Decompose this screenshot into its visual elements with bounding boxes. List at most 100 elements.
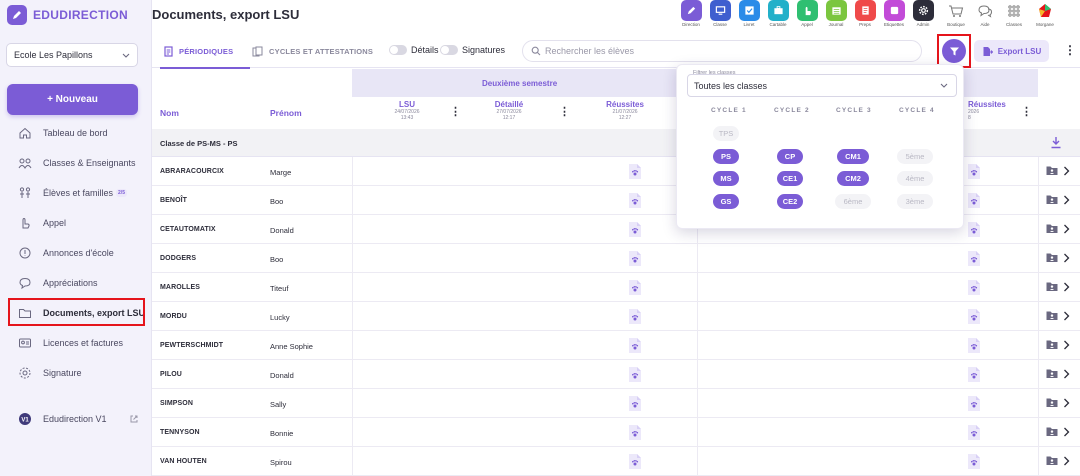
details-toggle[interactable]: Détails: [389, 45, 439, 55]
app-journal[interactable]: Journal: [821, 0, 851, 34]
app-appel[interactable]: Appel: [792, 0, 822, 34]
user-menu[interactable]: Morgane: [1030, 0, 1060, 34]
filter-button[interactable]: [942, 39, 966, 63]
more-options-icon[interactable]: ⋮: [1064, 43, 1076, 57]
reussites-document-icon[interactable]: [628, 221, 642, 238]
folder-user-icon[interactable]: [1046, 368, 1058, 379]
sidebar-item-signature[interactable]: Signature: [8, 360, 148, 386]
column-header-detaille[interactable]: Détaillé 27/07/2026 12:17: [482, 97, 536, 129]
column-header-nom[interactable]: Nom: [160, 108, 179, 118]
sidebar-item-dashboard[interactable]: Tableau de bord: [8, 120, 148, 146]
chevron-right-icon[interactable]: [1063, 427, 1070, 437]
class-chip-4eme[interactable]: 4ème: [897, 171, 933, 186]
column-menu-icon[interactable]: ⋮: [450, 105, 461, 118]
reussites-document-icon[interactable]: [628, 308, 642, 325]
toggle-switch[interactable]: [389, 45, 407, 55]
sidebar-item-v1[interactable]: V1 Edudirection V1: [8, 406, 148, 432]
class-chip-ps[interactable]: PS: [713, 149, 739, 164]
sidebar-item-documents[interactable]: Documents, export LSU: [8, 300, 148, 326]
chevron-right-icon[interactable]: [1063, 456, 1070, 466]
folder-user-icon[interactable]: [1046, 165, 1058, 176]
reussites-document-icon[interactable]: [967, 192, 981, 209]
reussites-document-icon[interactable]: [967, 395, 981, 412]
reussites-document-icon[interactable]: [967, 366, 981, 383]
class-chip-cm2[interactable]: CM2: [837, 171, 869, 186]
new-button[interactable]: + Nouveau: [7, 84, 138, 115]
sidebar-item-classes[interactable]: Classes & Enseignants: [8, 150, 148, 176]
reussites-document-icon[interactable]: [628, 250, 642, 267]
reussites-document-icon[interactable]: [967, 221, 981, 238]
class-chip-cm1[interactable]: CM1: [837, 149, 869, 164]
app-cartable[interactable]: Cartable: [763, 0, 793, 34]
app-classe[interactable]: Classe: [705, 0, 735, 34]
reussites-document-icon[interactable]: [628, 424, 642, 441]
class-chip-tps[interactable]: TPS: [713, 126, 739, 141]
app-etiquettes[interactable]: Etiquettes: [879, 0, 909, 34]
column-header-prenom[interactable]: Prénom: [270, 108, 302, 118]
chevron-right-icon[interactable]: [1063, 311, 1070, 321]
class-chip-ce1[interactable]: CE1: [777, 171, 803, 186]
chevron-right-icon[interactable]: [1063, 282, 1070, 292]
reussites-document-icon[interactable]: [967, 163, 981, 180]
chevron-right-icon[interactable]: [1063, 166, 1070, 176]
column-menu-icon[interactable]: ⋮: [559, 105, 570, 118]
sidebar-item-licences[interactable]: Licences et factures: [8, 330, 148, 356]
chevron-right-icon[interactable]: [1063, 253, 1070, 263]
reussites-document-icon[interactable]: [967, 424, 981, 441]
school-select[interactable]: Ecole Les Papillons: [6, 43, 138, 67]
download-icon[interactable]: [1050, 136, 1062, 149]
folder-user-icon[interactable]: [1046, 223, 1058, 234]
export-lsu-button[interactable]: Export LSU: [974, 40, 1049, 62]
reussites-document-icon[interactable]: [628, 279, 642, 296]
reussites-document-icon[interactable]: [967, 279, 981, 296]
app-direction[interactable]: Direction: [676, 0, 706, 34]
table-row[interactable]: MAROLLES Titeuf: [152, 273, 1080, 302]
reussites-document-icon[interactable]: [628, 395, 642, 412]
signatures-toggle[interactable]: Signatures: [440, 45, 505, 55]
chevron-right-icon[interactable]: [1063, 340, 1070, 350]
chevron-right-icon[interactable]: [1063, 398, 1070, 408]
column-header-lsu[interactable]: LSU 24/07/2026 13:43: [377, 97, 437, 129]
tab-periodiques[interactable]: PÉRIODIQUES: [160, 34, 252, 69]
class-filter-select[interactable]: Toutes les classes: [687, 74, 957, 97]
reussites-document-icon[interactable]: [628, 366, 642, 383]
reussites-document-icon[interactable]: [628, 337, 642, 354]
table-row[interactable]: VAN HOUTEN Spirou: [152, 447, 1080, 476]
reussites-document-icon[interactable]: [967, 250, 981, 267]
class-chip-5eme[interactable]: 5ème: [897, 149, 933, 164]
table-row[interactable]: MORDU Lucky: [152, 302, 1080, 331]
app-classes[interactable]: Classes: [999, 0, 1029, 34]
folder-user-icon[interactable]: [1046, 310, 1058, 321]
class-chip-3eme[interactable]: 3ème: [897, 194, 933, 209]
app-admin[interactable]: Admin: [908, 0, 938, 34]
table-row[interactable]: SIMPSON Sally: [152, 389, 1080, 418]
column-header-reussites[interactable]: Réussites 21/07/2026 12:27: [600, 97, 650, 129]
folder-user-icon[interactable]: [1046, 339, 1058, 350]
app-aide[interactable]: Aide: [970, 0, 1000, 34]
reussites-document-icon[interactable]: [628, 163, 642, 180]
class-chip-ce2[interactable]: CE2: [777, 194, 803, 209]
app-preps[interactable]: Preps: [850, 0, 880, 34]
class-chip-cp[interactable]: CP: [777, 149, 803, 164]
reussites-document-icon[interactable]: [967, 337, 981, 354]
folder-user-icon[interactable]: [1046, 426, 1058, 437]
table-row[interactable]: PEWTERSCHMIDT Anne Sophie: [152, 331, 1080, 360]
class-chip-ms[interactable]: MS: [713, 171, 739, 186]
reussites-document-icon[interactable]: [967, 308, 981, 325]
toggle-switch[interactable]: [440, 45, 458, 55]
folder-user-icon[interactable]: [1046, 397, 1058, 408]
reussites-document-icon[interactable]: [628, 192, 642, 209]
sidebar-item-appreciations[interactable]: Appréciations: [8, 270, 148, 296]
table-row[interactable]: DODGERS Boo: [152, 244, 1080, 273]
class-chip-6eme[interactable]: 6ème: [835, 194, 871, 209]
class-chip-gs[interactable]: GS: [713, 194, 739, 209]
reussites-document-icon[interactable]: [628, 453, 642, 470]
chevron-right-icon[interactable]: [1063, 369, 1070, 379]
chevron-right-icon[interactable]: [1063, 195, 1070, 205]
brand-logo[interactable]: EDUDIRECTION: [7, 5, 128, 25]
folder-user-icon[interactable]: [1046, 194, 1058, 205]
folder-user-icon[interactable]: [1046, 455, 1058, 466]
column-header-reussites-2[interactable]: Réussites 2026 8: [964, 97, 1006, 129]
tab-cycles[interactable]: CYCLES ET ATTESTATIONS: [252, 34, 373, 68]
table-row[interactable]: TENNYSON Bonnie: [152, 418, 1080, 447]
